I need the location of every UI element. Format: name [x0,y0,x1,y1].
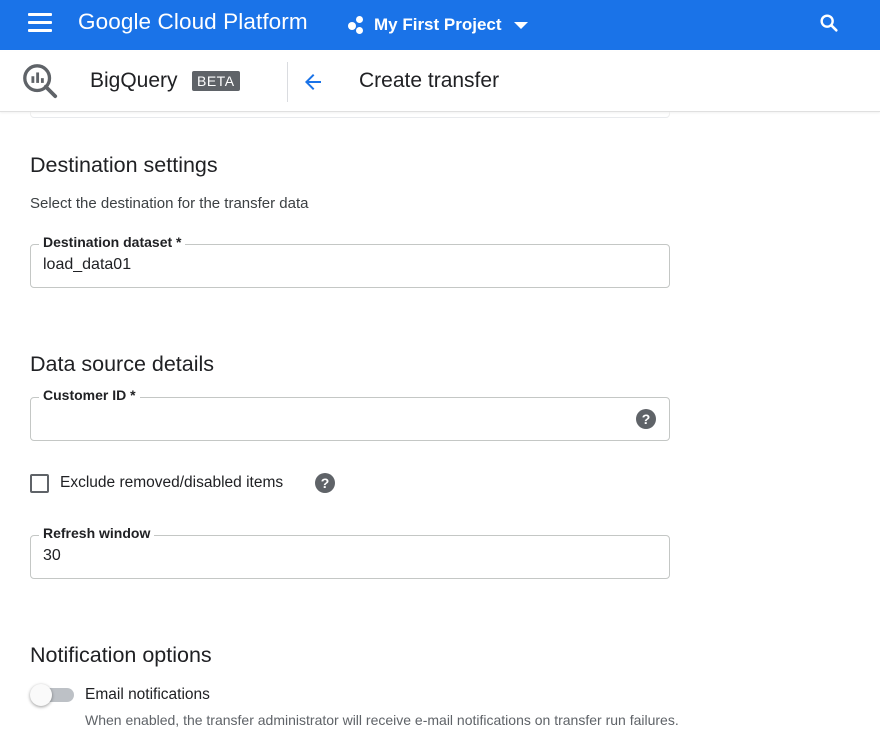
exclude-removed-checkbox[interactable] [30,474,49,493]
customer-id-label: Customer ID * [39,387,140,403]
notification-options-heading: Notification options [30,643,212,667]
top-app-bar: Google Cloud Platform My First Project [0,0,880,50]
menu-icon[interactable] [28,13,52,33]
page-title: Create transfer [359,69,500,92]
refresh-window-input[interactable] [43,547,625,565]
email-notifications-toggle[interactable] [30,684,76,708]
exclude-removed-label: Exclude removed/disabled items [60,474,284,491]
page-header: BigQuery BETA Create transfer [0,52,880,112]
destination-dataset-label: Destination dataset * [39,234,186,250]
project-name: My First Project [374,15,502,34]
chevron-down-icon [513,21,528,29]
header-divider [287,62,288,102]
project-selector[interactable]: My First Project [346,12,528,38]
help-icon[interactable]: ? [315,473,335,493]
toggle-thumb [30,684,52,706]
data-source-heading: Data source details [30,352,215,376]
destination-description: Select the destination for the transfer … [30,195,309,212]
back-arrow-icon[interactable] [300,70,326,94]
previous-section-edge [30,112,670,118]
customer-id-input[interactable] [43,409,625,427]
help-icon[interactable]: ? [636,409,656,429]
beta-badge: BETA [192,71,240,91]
brand-title[interactable]: Google Cloud Platform [78,9,308,35]
destination-dataset-field[interactable]: Destination dataset * [30,234,670,288]
refresh-window-field[interactable]: Refresh window [30,525,670,579]
destination-dataset-input[interactable] [43,256,625,274]
search-icon[interactable] [818,12,840,34]
bigquery-logo-icon [23,64,58,99]
customer-id-field[interactable]: Customer ID * ? [30,387,670,441]
project-icon [346,15,368,35]
email-notifications-help: When enabled, the transfer administrator… [85,712,679,728]
refresh-window-label: Refresh window [39,525,155,541]
email-notifications-label: Email notifications [85,686,210,703]
destination-settings-heading: Destination settings [30,153,218,177]
product-title: BigQuery [90,69,178,92]
